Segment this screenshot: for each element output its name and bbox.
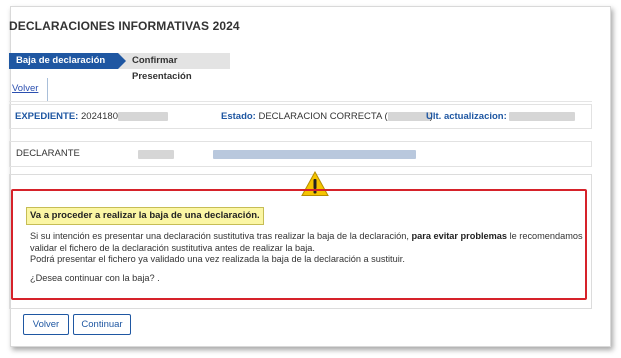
estado-value: DECLARACION CORRECTA (	[258, 111, 388, 122]
estado-label: Estado:	[221, 111, 256, 122]
tab-volver[interactable]: Volver	[9, 78, 48, 101]
volver-link[interactable]: Volver	[12, 83, 38, 94]
alert-question: ¿Desea continuar con la baja? .	[30, 273, 160, 283]
expediente-value: 2024180	[81, 111, 118, 122]
declarante-row: DECLARANTE	[9, 141, 592, 167]
redacted-estado-date	[387, 111, 430, 121]
redacted-declarante-name	[213, 150, 416, 159]
ultima-actualizacion-label: Ult. actualizacion:	[426, 111, 507, 122]
alert-text-bold: para evitar problemas	[411, 231, 508, 241]
expediente-group: EXPEDIENTE: 2024180	[15, 105, 168, 128]
redacted-declarante-nif	[138, 150, 174, 159]
alert-note: Va a proceder a realizar la baja de una …	[26, 207, 264, 225]
step-confirmar-presentacion: Confirmar Presentación	[126, 53, 230, 82]
continuar-button[interactable]: Continuar	[73, 314, 131, 335]
alert-text-part1: Si su intención es presentar una declara…	[30, 231, 409, 241]
alert-text-line3: Podrá presentar el fichero ya validado u…	[30, 254, 405, 264]
declarante-label: DECLARANTE	[16, 148, 80, 159]
expediente-row: EXPEDIENTE: 2024180 Estado: DECLARACION …	[9, 104, 592, 129]
expediente-label: EXPEDIENTE:	[15, 111, 79, 122]
step-arrow	[118, 53, 126, 69]
progress-steps: Confirmar Presentación Baja de declaraci…	[9, 53, 230, 82]
ultima-actualizacion-group: Ult. actualizacion:	[426, 105, 576, 128]
step-baja-declaracion: Baja de declaración	[9, 53, 118, 69]
page-title: DECLARACIONES INFORMATIVAS 2024	[9, 19, 240, 33]
redacted-ultima-actualizacion	[509, 111, 576, 121]
estado-group: Estado: DECLARACION CORRECTA ()	[221, 105, 433, 128]
redacted-expediente	[117, 111, 168, 121]
volver-button[interactable]: Volver	[23, 314, 69, 335]
alert-text: Si su intención es presentar una declara…	[30, 231, 590, 266]
tab-divider	[9, 101, 592, 102]
